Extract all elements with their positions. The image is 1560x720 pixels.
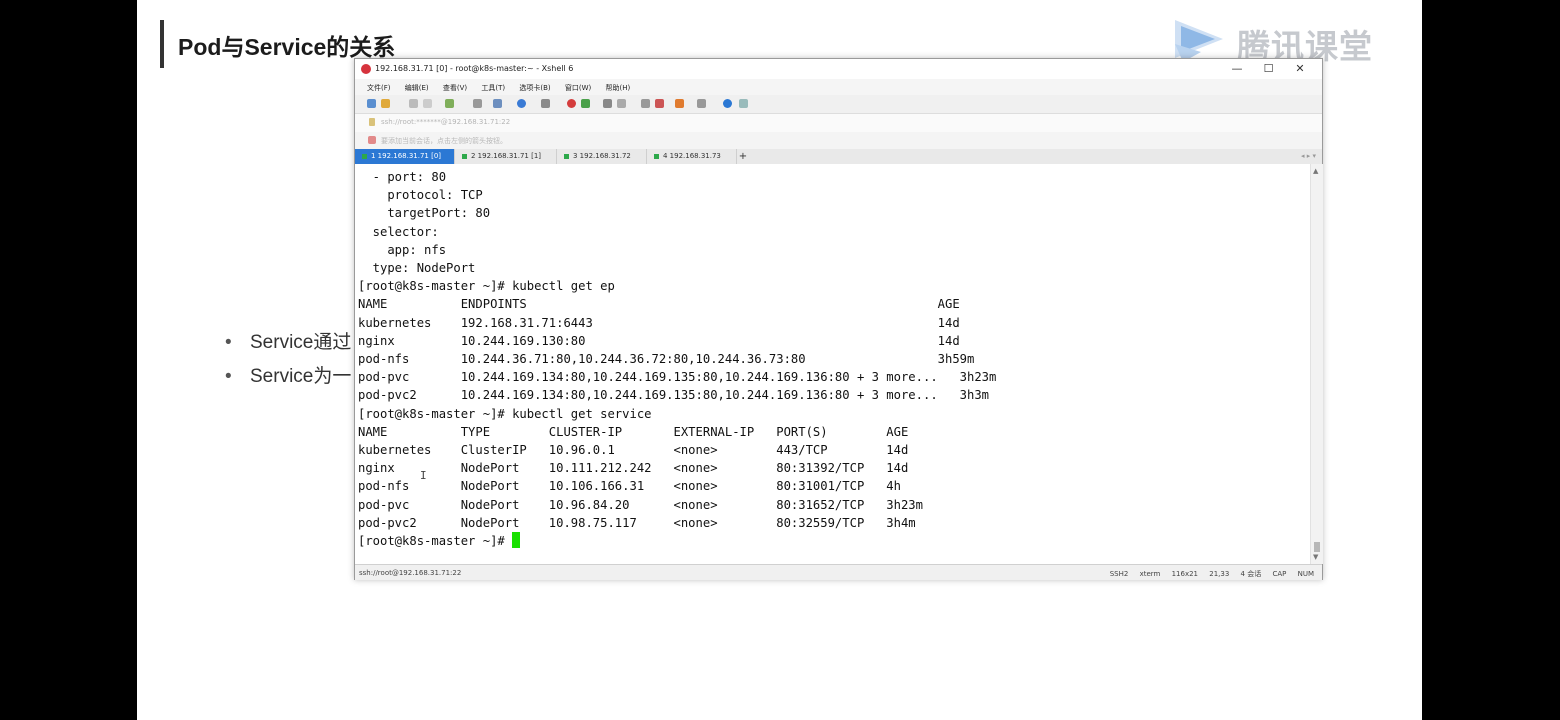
terminal-line: type: NodePort	[372, 261, 476, 276]
terminal-line: NAME TYPE CLUSTER-IP EXTERNAL-IP PORT(S)…	[358, 424, 909, 439]
window-title: 192.168.31.71 [0] - root@k8s-master:~ - …	[375, 64, 574, 73]
xshell-app-icon	[361, 64, 371, 74]
script-icon[interactable]	[655, 99, 664, 108]
lock-icon[interactable]	[617, 99, 626, 108]
terminal-scrollbar[interactable]: ▲ ▼	[1310, 164, 1323, 564]
menu-view[interactable]: 查看(V)	[443, 83, 467, 93]
slide-title: Pod与Service的关系	[178, 34, 396, 60]
status-terminal-type: xterm	[1139, 570, 1161, 578]
terminal-line: pod-pvc2 NodePort 10.98.75.117 <none> 80…	[358, 515, 916, 530]
window-titlebar[interactable]: 192.168.31.71 [0] - root@k8s-master:~ - …	[355, 59, 1322, 79]
menu-file[interactable]: 文件(F)	[367, 83, 391, 93]
status-protocol: SSH2	[1109, 570, 1129, 578]
terminal-line: pod-pvc NodePort 10.96.84.20 <none> 80:3…	[358, 497, 923, 512]
terminal-line: pod-nfs 10.244.36.71:80,10.244.36.72:80,…	[358, 352, 975, 367]
toolbar	[355, 95, 1322, 114]
terminal-line: [root@k8s-master ~]# kubectl get service	[358, 406, 652, 421]
xftp-icon[interactable]	[567, 99, 576, 108]
globe-icon[interactable]	[517, 99, 526, 108]
add-tab-button[interactable]: +	[737, 149, 749, 164]
bullet-item: Service为一	[225, 364, 351, 398]
hint-bar: 要添加当前会话，点击左侧的箭头按钮。	[355, 132, 1322, 150]
connected-icon	[462, 153, 467, 159]
font-icon[interactable]	[541, 99, 550, 108]
connected-icon	[362, 153, 367, 159]
keyboard-icon[interactable]	[641, 99, 650, 108]
fullscreen-icon[interactable]	[603, 99, 612, 108]
terminal-prompt: [root@k8s-master ~]#	[358, 534, 513, 549]
connected-icon	[564, 153, 569, 159]
maximize-button[interactable]: ☐	[1255, 62, 1283, 75]
menu-help[interactable]: 帮助(H)	[605, 83, 630, 93]
text-cursor-ibeam-icon: I	[420, 469, 427, 482]
new-session-icon[interactable]	[367, 99, 376, 108]
menu-bar: 文件(F) 编辑(E) 查看(V) 工具(T) 选项卡(B) 窗口(W) 帮助(…	[355, 79, 1322, 95]
menu-tools[interactable]: 工具(T)	[481, 83, 505, 93]
session-tab-bar: 1 192.168.31.71 [0] 2 192.168.31.71 [1] …	[355, 149, 1322, 164]
window-controls: — ☐ ✕	[1223, 62, 1314, 75]
terminal-line: [root@k8s-master ~]# kubectl get ep	[358, 279, 615, 294]
terminal-line: kubernetes 192.168.31.71:6443 14d	[358, 315, 960, 330]
search-icon[interactable]	[473, 99, 482, 108]
disconnect-icon[interactable]	[409, 99, 418, 108]
terminal-output: - port: 80 protocol: TCP targetPort: 80 …	[358, 168, 996, 550]
session-tab-4[interactable]: 4 192.168.31.73	[647, 149, 737, 164]
scroll-up-icon[interactable]: ▲	[1313, 167, 1318, 175]
menu-tabs[interactable]: 选项卡(B)	[519, 83, 550, 93]
title-accent-bar	[160, 20, 164, 68]
terminal-line: targetPort: 80	[387, 206, 491, 221]
status-num: NUM	[1297, 570, 1314, 578]
copy-icon[interactable]	[445, 99, 454, 108]
scroll-down-icon[interactable]: ▼	[1313, 553, 1318, 561]
connected-icon	[654, 153, 659, 159]
address-bar[interactable]: ssh://root:*******@192.168.31.71:22	[355, 114, 1322, 133]
status-connection: ssh://root@192.168.31.71:22	[359, 569, 462, 577]
terminal-cursor	[512, 532, 521, 549]
terminal-line: pod-pvc2 10.244.169.134:80,10.244.169.13…	[358, 388, 990, 403]
layout-icon[interactable]	[697, 99, 706, 108]
terminal-line: kubernetes ClusterIP 10.96.0.1 <none> 44…	[358, 443, 909, 458]
menu-edit[interactable]: 编辑(E)	[405, 83, 429, 93]
terminal-area[interactable]: - port: 80 protocol: TCP targetPort: 80 …	[355, 164, 1310, 564]
status-cursor-pos: 21,33	[1209, 570, 1230, 578]
scrollbar-thumb[interactable]	[1314, 542, 1320, 552]
session-hint-icon	[368, 136, 376, 144]
terminal-line: nginx NodePort 10.111.212.242 <none> 80:…	[358, 461, 909, 476]
terminal-line: NAME ENDPOINTS AGE	[358, 297, 960, 312]
lock-icon	[369, 118, 375, 126]
status-right: SSH2 xterm 116x21 21,33 4 会话 CAP NUM	[1101, 569, 1314, 579]
status-size: 116x21	[1171, 570, 1199, 578]
tunnel-icon[interactable]	[581, 99, 590, 108]
status-bar: ssh://root@192.168.31.71:22 SSH2 xterm 1…	[355, 564, 1322, 580]
terminal-line: - port: 80	[372, 170, 447, 184]
menu-window[interactable]: 窗口(W)	[565, 83, 591, 93]
play-logo-icon	[1175, 20, 1223, 62]
close-button[interactable]: ✕	[1286, 62, 1314, 75]
status-sessions: 4 会话	[1240, 570, 1262, 578]
session-tab-3[interactable]: 3 192.168.31.72	[557, 149, 647, 164]
tab-scroll-arrows[interactable]: ◂ ▸ ▾	[1301, 149, 1316, 164]
session-tab-2[interactable]: 2 192.168.31.71 [1]	[455, 149, 557, 164]
reconnect-icon[interactable]	[423, 99, 432, 108]
terminal-line: pod-nfs NodePort 10.106.166.31 <none> 80…	[358, 479, 901, 494]
terminal-line: selector:	[372, 224, 439, 239]
terminal-line: nginx 10.244.169.130:80 14d	[358, 333, 960, 348]
terminal-line: pod-pvc 10.244.169.134:80,10.244.169.135…	[358, 370, 997, 385]
chat-icon[interactable]	[739, 99, 748, 108]
address-text: ssh://root:*******@192.168.31.71:22	[381, 118, 511, 126]
status-caps: CAP	[1272, 570, 1287, 578]
xshell-window: 192.168.31.71 [0] - root@k8s-master:~ - …	[354, 58, 1323, 580]
compose-icon[interactable]	[675, 99, 684, 108]
bullet-item: Service通过	[225, 330, 351, 364]
session-tab-1[interactable]: 1 192.168.31.71 [0]	[355, 149, 455, 164]
terminal-line: app: nfs	[387, 242, 447, 257]
terminal-line: protocol: TCP	[387, 188, 483, 203]
hint-text: 要添加当前会话，点击左侧的箭头按钮。	[381, 137, 507, 145]
slide-bullets: Service通过 Service为一	[225, 330, 351, 398]
minimize-button[interactable]: —	[1223, 62, 1251, 75]
help-icon[interactable]	[723, 99, 732, 108]
open-folder-icon[interactable]	[381, 99, 390, 108]
print-icon[interactable]	[493, 99, 502, 108]
